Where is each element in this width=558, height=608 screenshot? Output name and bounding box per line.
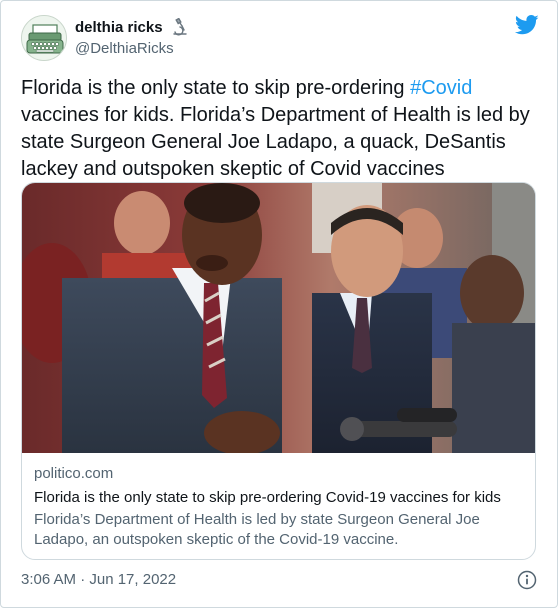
typewriter-avatar-icon [22, 16, 66, 60]
link-preview-card[interactable]: politico.com Florida is the only state t… [21, 182, 536, 560]
display-name[interactable]: delthia ricks [75, 19, 163, 36]
tweet-text-part: vaccines for kids. Florida’s Department … [21, 104, 530, 180]
author-handle[interactable]: @DelthiaRicks [75, 40, 189, 57]
tweet-footer: 3:06 AM · Jun 17, 2022 [21, 570, 537, 592]
tweet-header: delthia ricks @DelthiaRicks [21, 15, 541, 61]
twitter-bird-icon[interactable] [515, 15, 539, 35]
tweet-text-part: Florida is the only state to skip pre-or… [21, 77, 411, 99]
tweet-timestamp[interactable]: 3:06 AM · Jun 17, 2022 [21, 571, 176, 588]
tweet-embed: delthia ricks @DelthiaRicks Florida is t… [0, 0, 558, 608]
avatar[interactable] [21, 15, 67, 61]
card-title[interactable]: Florida is the only state to skip pre-or… [34, 488, 525, 508]
card-domain: politico.com [34, 465, 114, 482]
card-description: Florida’s Department of Health is led by… [34, 511, 480, 548]
info-icon[interactable] [517, 570, 537, 590]
hashtag-link[interactable]: #Covid [410, 77, 472, 99]
tweet-text: Florida is the only state to skip pre-or… [21, 75, 541, 183]
card-meta: politico.com Florida is the only state t… [34, 464, 525, 550]
article-photo[interactable] [22, 183, 536, 453]
microscope-icon [173, 18, 187, 36]
author-block: delthia ricks @DelthiaRicks [75, 18, 189, 57]
